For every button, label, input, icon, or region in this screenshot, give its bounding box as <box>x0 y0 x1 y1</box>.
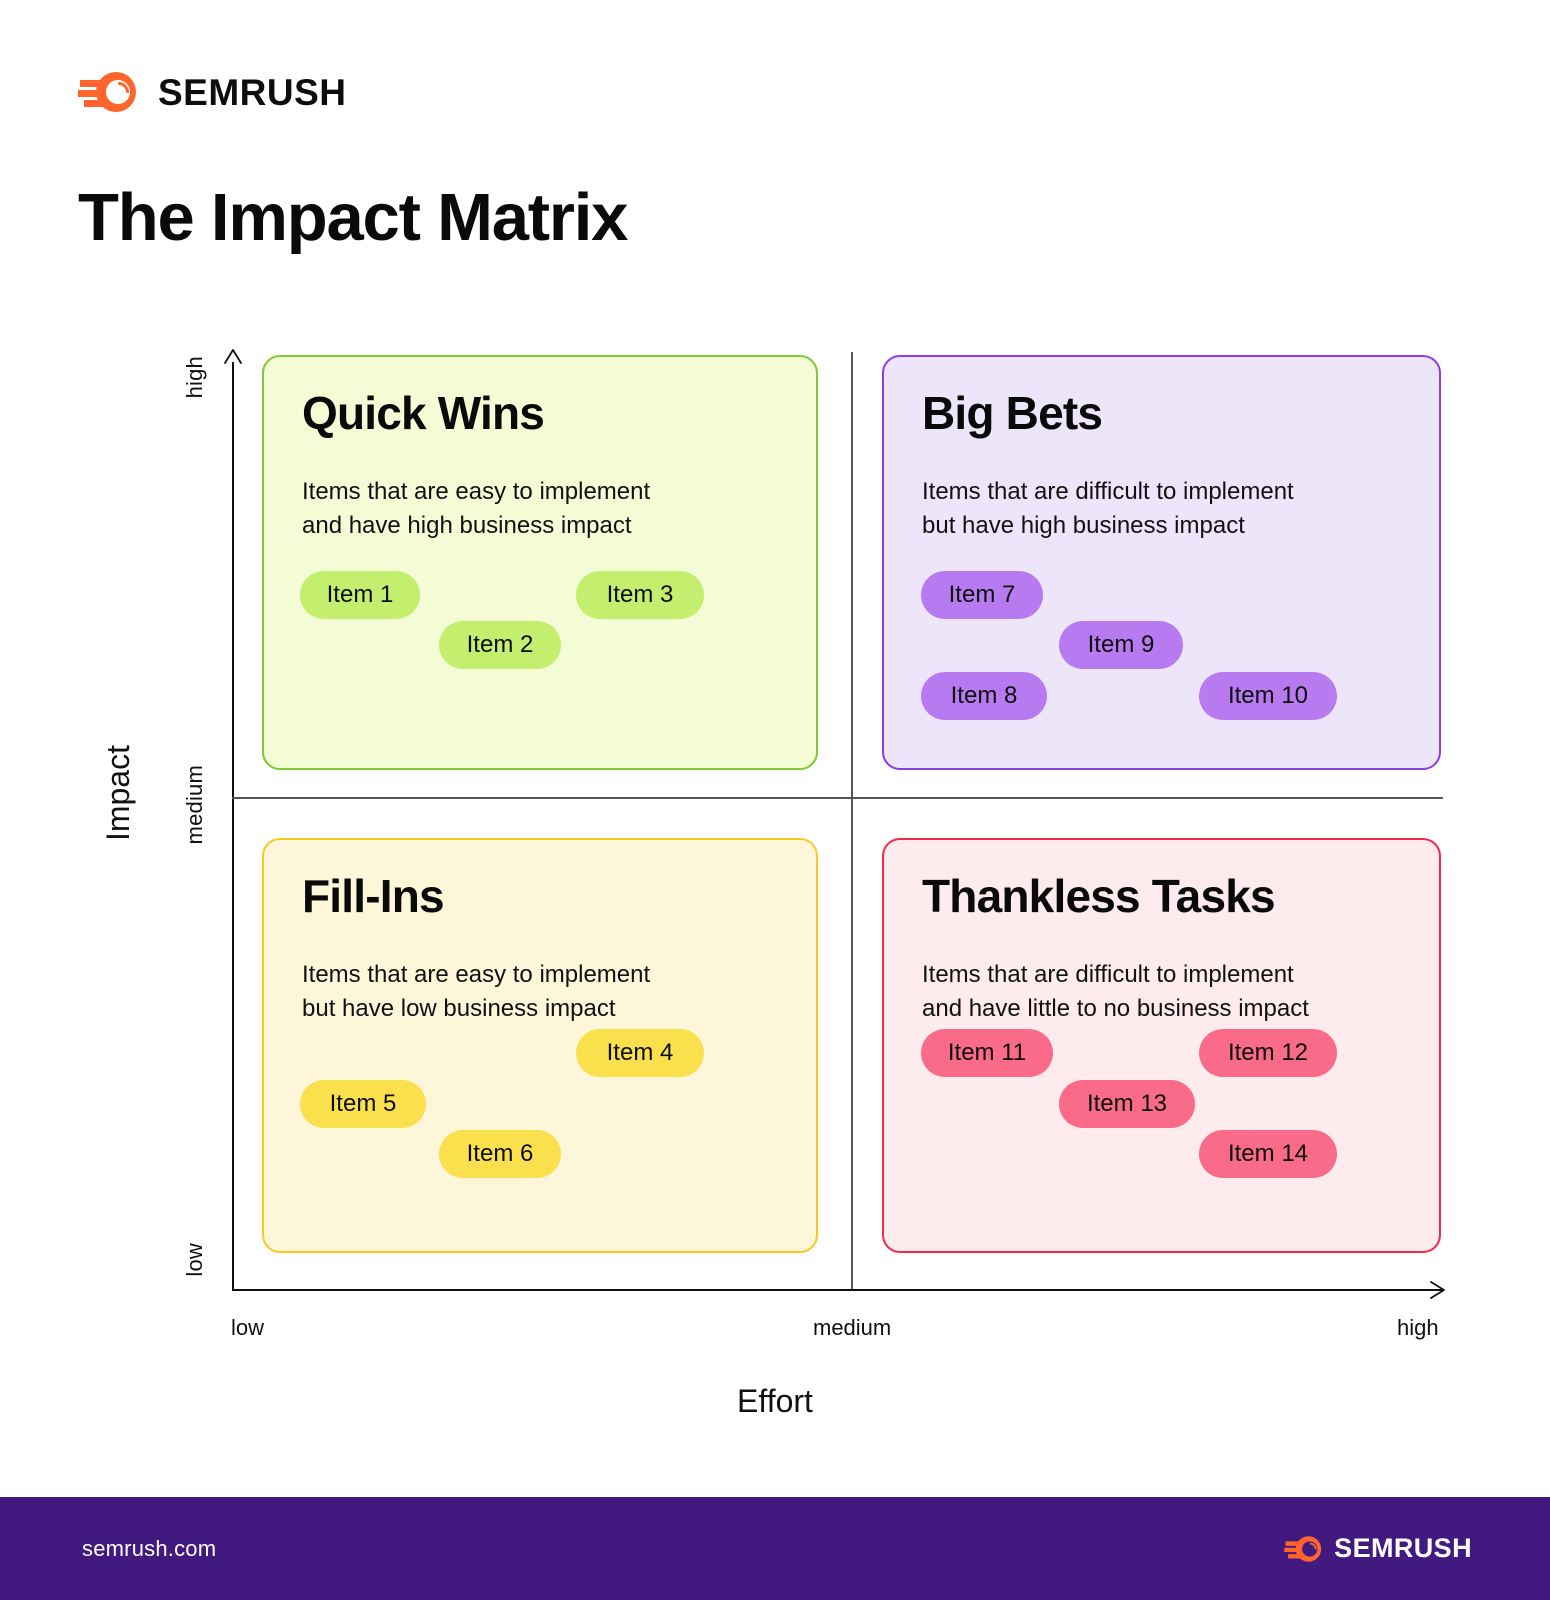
item-pill[interactable]: Item 6 <box>439 1130 561 1178</box>
quadrant-description: Items that are difficult to implement bu… <box>922 478 1294 540</box>
y-axis-title: Impact <box>100 745 136 842</box>
quadrant-description: Items that are easy to implement but hav… <box>302 961 651 1023</box>
y-tick-low: low <box>182 1243 207 1277</box>
footer-semrush-logo: SEMRUSH <box>1284 1535 1472 1563</box>
x-tick-medium: medium <box>813 1315 892 1340</box>
semrush-comet-icon <box>1284 1535 1322 1562</box>
impact-matrix-infographic: SEMRUSH The Impact Matrix high medium lo… <box>0 0 1550 1600</box>
quadrant-title: Fill-Ins <box>302 870 445 922</box>
item-pill[interactable]: Item 13 <box>1059 1080 1195 1128</box>
matrix-chart: high medium low Impact low medium high E… <box>0 0 1550 1440</box>
quadrant-divider-horizontal <box>232 797 1443 799</box>
x-axis-line <box>232 1289 1443 1291</box>
x-axis-title: Effort <box>737 1383 813 1419</box>
item-pill[interactable]: Item 7 <box>921 571 1043 619</box>
quadrant-title: Quick Wins <box>302 387 545 439</box>
y-axis-arrow-icon <box>224 349 242 364</box>
footer-brand-wordmark: SEMRUSH <box>1334 1533 1472 1563</box>
item-pill[interactable]: Item 5 <box>300 1080 426 1128</box>
item-pill[interactable]: Item 8 <box>921 672 1047 720</box>
quadrant-description: Items that are easy to implement and hav… <box>302 478 651 540</box>
quadrant-title: Thankless Tasks <box>922 870 1276 922</box>
quadrant-thankless-tasks: Thankless Tasks Items that are difficult … <box>882 838 1441 1253</box>
y-tick-medium: medium <box>182 765 207 845</box>
item-pill[interactable]: Item 9 <box>1059 621 1183 669</box>
item-pill[interactable]: Item 2 <box>439 621 561 669</box>
quadrant-description: Items that are difficult to implement an… <box>922 961 1309 1023</box>
quadrant-divider-vertical <box>851 352 853 1289</box>
footer-bar: semrush.com SEMRUSH <box>0 1497 1550 1600</box>
item-pill[interactable]: Item 10 <box>1199 672 1337 720</box>
item-pill[interactable]: Item 14 <box>1199 1130 1337 1178</box>
quadrant-title: Big Bets <box>922 387 1103 439</box>
item-pill[interactable]: Item 3 <box>576 571 704 619</box>
x-axis-arrow-icon <box>1430 1281 1445 1299</box>
quadrant-quick-wins: Quick Wins Items that are easy to impleme… <box>262 355 818 770</box>
item-pill[interactable]: Item 4 <box>576 1029 704 1077</box>
quadrant-big-bets: Big Bets Items that are difficult to impl… <box>882 355 1441 770</box>
item-pill[interactable]: Item 11 <box>921 1029 1053 1077</box>
x-tick-low: low <box>231 1315 265 1340</box>
quadrant-fill-ins: Fill-Ins Items that are easy to implement… <box>262 838 818 1253</box>
item-pill[interactable]: Item 1 <box>300 571 420 619</box>
y-tick-high: high <box>182 356 207 399</box>
x-tick-high: high <box>1397 1315 1439 1340</box>
item-pill[interactable]: Item 12 <box>1199 1029 1337 1077</box>
footer-url[interactable]: semrush.com <box>82 1536 216 1562</box>
y-axis-line <box>232 362 234 1290</box>
